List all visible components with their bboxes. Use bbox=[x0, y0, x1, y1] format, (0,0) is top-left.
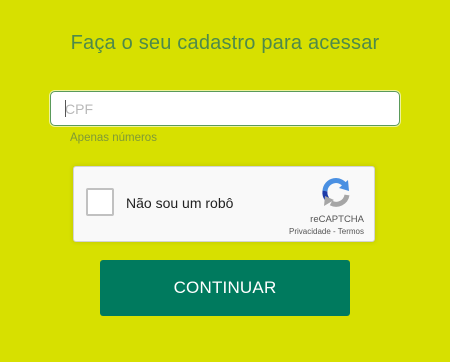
recaptcha-logo-icon bbox=[322, 178, 350, 207]
page-title: Faça o seu cadastro para acessar bbox=[70, 32, 380, 54]
continue-button[interactable]: CONTINUAR bbox=[100, 260, 350, 316]
recaptcha-widget: Não sou um robô reCAPTCHA Privacidade - … bbox=[73, 166, 375, 242]
text-caret bbox=[65, 100, 66, 117]
privacy-link[interactable]: Privacidade bbox=[289, 227, 331, 236]
recaptcha-label: Não sou um robô bbox=[126, 195, 234, 211]
cpf-input[interactable] bbox=[50, 91, 400, 126]
cpf-hint: Apenas números bbox=[70, 132, 157, 144]
terms-link[interactable]: Termos bbox=[338, 227, 364, 236]
recaptcha-links: Privacidade - Termos bbox=[289, 227, 364, 236]
recaptcha-checkbox[interactable] bbox=[86, 188, 114, 216]
recaptcha-brand: reCAPTCHA bbox=[310, 214, 364, 225]
link-separator: - bbox=[330, 227, 338, 236]
